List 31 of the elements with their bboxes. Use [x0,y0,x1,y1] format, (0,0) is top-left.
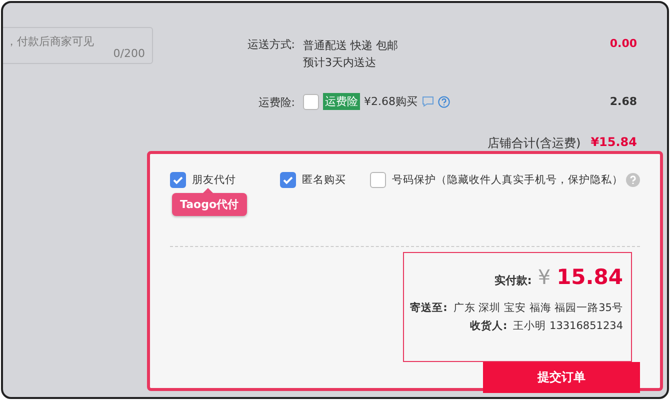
insurance-tag: 运费险 [323,93,360,110]
shipping-info: 预计3天内送达 [303,55,377,71]
insurance-price: ¥2.68购买 [364,94,418,110]
receiver-text: 王小明 13316851234 [513,319,623,333]
total-amount: 15.84 [556,265,623,289]
tooltip-arrow-icon [203,188,213,193]
submit-order-button[interactable]: 提交订单 [483,362,640,393]
tooltip: Taogo代付 [172,193,246,216]
checkbox[interactable] [280,172,296,188]
shipping-info: 普通配送 快递 包邮 [303,38,399,54]
option-label: 匿名购买 [302,173,346,187]
checkbox[interactable] [303,94,319,110]
store-total-amount: ¥15.84 [590,135,637,151]
option-label: 号码保护（隐藏收件人真实手机号，保护隐私） [392,173,623,187]
help-icon[interactable] [438,96,450,108]
insurance-label: 运费险: [257,95,296,111]
checkbox[interactable] [370,172,386,188]
address-label: 寄送至: [410,301,448,315]
address-text: 广东 深圳 宝安 福海 福园一路35号 [453,301,623,315]
help-icon[interactable] [626,173,640,187]
checkbox[interactable] [170,172,186,188]
chat-icon[interactable] [422,96,434,107]
shipping-label: 运送方式: [246,37,296,53]
pay-label: 实付款: [494,273,532,288]
shipping-amount: 0.00 [610,37,637,52]
currency-symbol: ¥ [538,265,551,289]
option-label: 朋友代付 [192,173,236,187]
store-total-label: 店铺合计(含运费) [487,135,581,152]
char-counter: 0/200 [113,47,145,60]
receiver-label: 收货人: [470,319,508,333]
insurance-amount: 2.68 [610,95,637,110]
